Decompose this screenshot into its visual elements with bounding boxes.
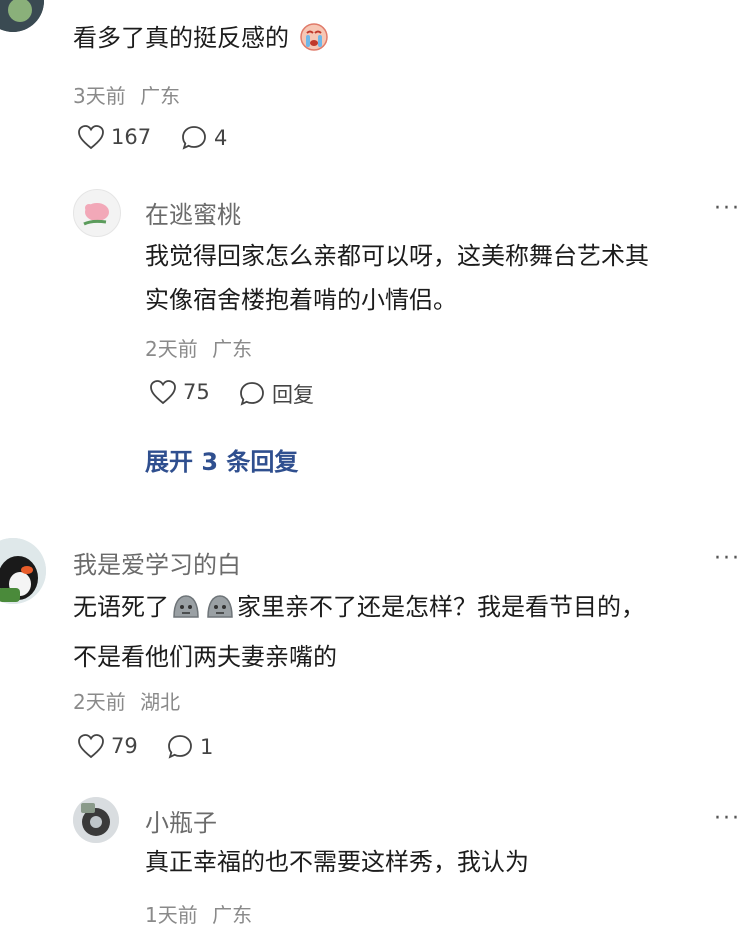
comment-username[interactable]: 小瓶子 bbox=[145, 803, 217, 838]
comment-time: 2天前 bbox=[145, 337, 198, 361]
comment-text: 看多了真的挺反感的 bbox=[73, 16, 331, 66]
comment-time: 1天前 bbox=[145, 903, 198, 927]
like-count: 79 bbox=[111, 734, 138, 758]
like-button[interactable]: 167 bbox=[77, 124, 151, 150]
comment-text-line: 无语死了 家里亲不了还是怎样？我是看节目的， bbox=[73, 585, 645, 635]
avatar-image bbox=[0, 0, 44, 32]
comment-meta: 3天前 广东 bbox=[73, 80, 180, 109]
comment-username[interactable]: 在逃蜜桃 bbox=[145, 195, 241, 230]
comment-meta: 2天前 湖北 bbox=[73, 686, 180, 715]
avatar-image bbox=[73, 797, 119, 843]
comment-text-line: 我觉得回家怎么亲都可以呀，这美称舞台艺术其 bbox=[145, 242, 649, 270]
speech-bubble-icon bbox=[168, 735, 192, 759]
reply-count: 1 bbox=[200, 735, 214, 759]
comment-time: 2天前 bbox=[73, 690, 126, 714]
comment-location: 广东 bbox=[140, 84, 181, 108]
heart-outline-icon bbox=[78, 125, 104, 150]
reply-button[interactable]: 4 bbox=[180, 124, 227, 152]
comment-time: 3天前 bbox=[73, 84, 126, 108]
avatar[interactable] bbox=[0, 0, 44, 32]
comment-username[interactable]: 我是爱学习的白 bbox=[73, 545, 241, 580]
like-button[interactable]: 79 bbox=[77, 733, 138, 759]
reply-button[interactable]: 回复 bbox=[238, 379, 314, 409]
comment-meta: 2天前 广东 bbox=[145, 333, 252, 362]
reply-button[interactable]: 1 bbox=[166, 733, 213, 761]
comment-location: 广东 bbox=[212, 903, 253, 927]
avatar-image bbox=[0, 538, 46, 604]
speech-bubble-icon bbox=[182, 126, 206, 150]
heart-outline-icon bbox=[150, 380, 176, 405]
like-count: 75 bbox=[183, 380, 210, 404]
avatar[interactable] bbox=[0, 538, 46, 604]
reply-label: 回复 bbox=[272, 383, 314, 407]
heart-outline-icon bbox=[78, 734, 104, 759]
comment-text: 真正幸福的也不需要这样秀，我认为 bbox=[145, 848, 529, 876]
more-dots-icon[interactable]: ··· bbox=[714, 806, 741, 831]
comment-text: 无语死了 家里亲不了还是怎样？我是看节目的， 不是看他们两夫妻亲嘴的 bbox=[73, 585, 645, 679]
reply-count: 4 bbox=[214, 126, 228, 150]
comment-meta: 1天前 广东 bbox=[145, 899, 252, 928]
like-button[interactable]: 75 bbox=[149, 379, 210, 405]
bubble-face-emoji-icon bbox=[205, 591, 235, 635]
like-count: 167 bbox=[111, 125, 152, 149]
comment-location: 广东 bbox=[212, 337, 253, 361]
expand-replies-button[interactable]: 展开 3 条回复 bbox=[145, 442, 298, 477]
crying-face-emoji-icon bbox=[299, 22, 329, 66]
avatar-image bbox=[83, 203, 109, 226]
avatar[interactable] bbox=[73, 189, 121, 237]
avatar[interactable] bbox=[73, 797, 119, 843]
comment-text: 我觉得回家怎么亲都可以呀，这美称舞台艺术其 实像宿舍楼抱着啃的小情侣。 bbox=[145, 234, 649, 322]
comment-text-line: 不是看他们两夫妻亲嘴的 bbox=[73, 643, 337, 671]
speech-bubble-icon bbox=[240, 382, 264, 406]
more-dots-icon[interactable]: ··· bbox=[714, 196, 741, 221]
more-dots-icon[interactable]: ··· bbox=[714, 546, 741, 571]
bubble-face-emoji-icon bbox=[171, 591, 201, 635]
comment-location: 湖北 bbox=[140, 690, 181, 714]
comment-text-line: 实像宿舍楼抱着啃的小情侣。 bbox=[145, 286, 457, 314]
